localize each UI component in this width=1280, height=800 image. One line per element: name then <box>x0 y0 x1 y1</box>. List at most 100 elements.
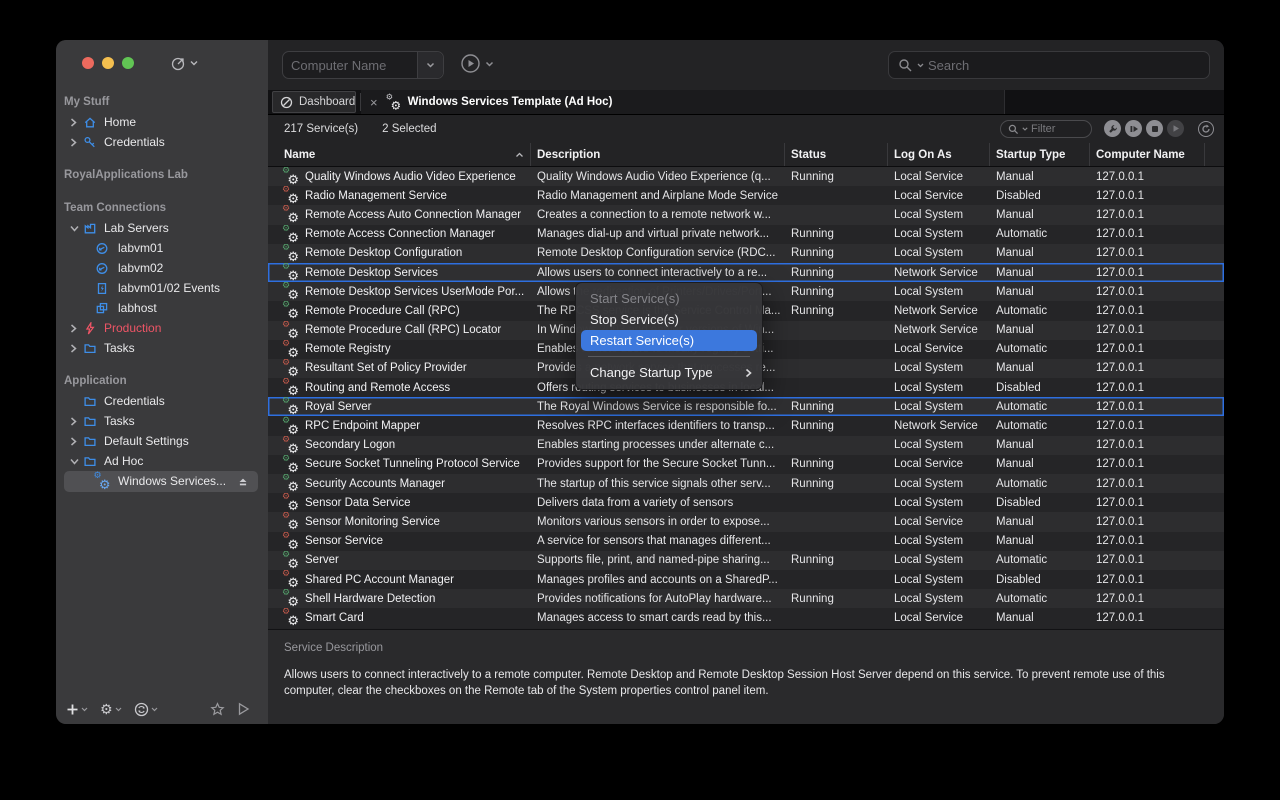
column-header-log-on-as[interactable]: Log On As <box>888 143 990 166</box>
table-row[interactable]: ⚙⚙ServerSupports file, print, and named-… <box>268 551 1224 570</box>
play-outline-button[interactable] <box>237 702 250 716</box>
filter-field[interactable] <box>1000 120 1092 138</box>
table-row[interactable]: ⚙⚙Remote Access Connection ManagerManage… <box>268 225 1224 244</box>
column-header-status[interactable]: Status <box>785 143 888 166</box>
eject-icon[interactable] <box>236 475 250 488</box>
restart-step-button[interactable] <box>1125 120 1142 137</box>
service-description-cell: Enables starting processes under alterna… <box>531 436 785 455</box>
menu-item-start-service-s[interactable]: Start Service(s) <box>576 288 762 309</box>
chevron-down-icon[interactable] <box>70 458 80 465</box>
computer-name-dropdown-button[interactable] <box>417 52 443 78</box>
service-computer-cell: 127.0.0.1 <box>1090 301 1205 320</box>
sidebar-item-label: Tasks <box>104 341 135 355</box>
sidebar-item-lab-servers[interactable]: Lab Servers <box>56 218 268 238</box>
run-template-button[interactable] <box>460 53 494 74</box>
tab-windows-services-template[interactable]: × ⚙⚙ Windows Services Template (Ad Hoc) <box>361 90 1005 114</box>
column-header-description[interactable]: Description <box>531 143 785 166</box>
service-status-cell <box>785 512 888 531</box>
sidebar-item-labvm01-02-events[interactable]: labvm01/02 Events <box>56 278 268 298</box>
service-description-cell: Manages dial-up and virtual private netw… <box>531 225 785 244</box>
close-window-button[interactable] <box>82 57 94 69</box>
start-button[interactable] <box>1167 120 1184 137</box>
plus-button[interactable] <box>66 703 88 716</box>
table-row[interactable]: ⚙⚙Sensor Monitoring ServiceMonitors vari… <box>268 512 1224 531</box>
service-startup-cell: Manual <box>990 205 1090 224</box>
sidebar-item-production[interactable]: Production <box>56 318 268 338</box>
service-status-cell <box>785 321 888 340</box>
computer-name-field[interactable] <box>282 51 444 79</box>
table-row[interactable]: ⚙⚙Shared PC Account ManagerManages profi… <box>268 570 1224 589</box>
chevron-right-icon[interactable] <box>70 324 80 333</box>
service-computer-cell: 127.0.0.1 <box>1090 225 1205 244</box>
menu-item-stop-service-s[interactable]: Stop Service(s) <box>576 309 762 330</box>
service-status-cell: Running <box>785 397 888 416</box>
table-row[interactable]: ⚙⚙Sensor Data ServiceDelivers data from … <box>268 493 1224 512</box>
service-description-cell: Provides support for the Secure Socket T… <box>531 455 785 474</box>
chevron-right-icon[interactable] <box>70 118 80 127</box>
table-row[interactable]: ⚙⚙Radio Management ServiceRadio Manageme… <box>268 186 1224 205</box>
service-computer-cell: 127.0.0.1 <box>1090 551 1205 570</box>
services-status-bar: 217 Service(s) 2 Selected <box>268 115 1224 143</box>
gears-icon: ⚙⚙ <box>282 495 298 510</box>
service-logon-cell: Local System <box>888 436 990 455</box>
table-row[interactable]: ⚙⚙Royal ServerThe Royal Windows Service … <box>268 397 1224 416</box>
table-row[interactable]: ⚙⚙Security Accounts ManagerThe startup o… <box>268 474 1224 493</box>
chevron-right-icon[interactable] <box>70 344 80 353</box>
context-menu: Start Service(s)Stop Service(s)Restart S… <box>575 282 763 390</box>
properties-wrench-button[interactable] <box>1104 120 1121 137</box>
service-computer-cell: 127.0.0.1 <box>1090 455 1205 474</box>
refresh-button[interactable] <box>1198 121 1214 137</box>
menu-item-restart-service-s[interactable]: Restart Service(s) <box>581 330 757 351</box>
close-tab-icon[interactable]: × <box>370 95 378 110</box>
table-row[interactable]: ⚙⚙Quality Windows Audio Video Experience… <box>268 167 1224 186</box>
target-connect-button[interactable] <box>170 55 198 72</box>
table-row[interactable]: ⚙⚙Remote Desktop ServicesAllows users to… <box>268 263 1224 282</box>
sidebar-item-windows-services[interactable]: ⚙⚙Windows Services... <box>56 471 268 491</box>
table-row[interactable]: ⚙⚙Sensor ServiceA service for sensors th… <box>268 532 1224 551</box>
star-button[interactable] <box>210 702 225 717</box>
minimize-window-button[interactable] <box>102 57 114 69</box>
chevron-down-icon <box>426 62 435 68</box>
chevron-right-icon[interactable] <box>70 437 80 446</box>
computer-name-input[interactable] <box>283 58 417 73</box>
filter-input[interactable] <box>1031 123 1084 135</box>
chevron-right-icon[interactable] <box>70 417 80 426</box>
sidebar-item-credentials[interactable]: Credentials <box>56 391 268 411</box>
sidebar-item-credentials[interactable]: Credentials <box>56 132 268 152</box>
chevron-right-icon[interactable] <box>70 138 80 147</box>
chevron-down-icon <box>1022 127 1028 131</box>
sidebar-item-labhost[interactable]: labhost <box>56 298 268 318</box>
search-input[interactable] <box>928 58 1200 73</box>
table-row[interactable]: ⚙⚙Remote Access Auto Connection ManagerC… <box>268 205 1224 224</box>
sidebar-item-tasks[interactable]: Tasks <box>56 411 268 431</box>
sync-button[interactable] <box>134 702 158 717</box>
service-startup-cell: Automatic <box>990 301 1090 320</box>
table-row[interactable]: ⚙⚙Secondary LogonEnables starting proces… <box>268 436 1224 455</box>
sidebar-item-labvm01[interactable]: labvm01 <box>56 238 268 258</box>
chevron-down-icon[interactable] <box>70 225 80 232</box>
menu-item-change-startup-type[interactable]: Change Startup Type <box>576 362 762 383</box>
column-header-startup-type[interactable]: Startup Type <box>990 143 1090 166</box>
stop-button[interactable] <box>1146 120 1163 137</box>
search-field[interactable] <box>888 51 1210 79</box>
column-header-name[interactable]: Name <box>268 143 531 166</box>
sidebar-item-labvm02[interactable]: labvm02 <box>56 258 268 278</box>
tab-dashboard[interactable]: Dashboard <box>272 91 356 113</box>
sidebar-item-default-settings[interactable]: Default Settings <box>56 431 268 451</box>
sidebar-item-ad-hoc[interactable]: Ad Hoc <box>56 451 268 471</box>
table-row[interactable]: ⚙⚙RPC Endpoint MapperResolves RPC interf… <box>268 416 1224 435</box>
table-row[interactable]: ⚙⚙Secure Socket Tunneling Protocol Servi… <box>268 455 1224 474</box>
table-row[interactable]: ⚙⚙Remote Desktop ConfigurationRemote Des… <box>268 244 1224 263</box>
sidebar-item-home[interactable]: Home <box>56 112 268 132</box>
table-row[interactable]: ⚙⚙Smart CardManages access to smart card… <box>268 608 1224 627</box>
zoom-window-button[interactable] <box>122 57 134 69</box>
column-header-computer-name[interactable]: Computer Name <box>1090 143 1205 166</box>
sidebar-item-tasks[interactable]: Tasks <box>56 338 268 358</box>
table-row[interactable]: ⚙⚙Shell Hardware DetectionProvides notif… <box>268 589 1224 608</box>
gear-button[interactable]: ⚙ <box>100 701 122 718</box>
filler-cell <box>1205 263 1224 282</box>
gears-icon: ⚙⚙ <box>94 474 109 489</box>
sidebar-item-label: labhost <box>118 301 157 315</box>
filler-cell <box>1205 532 1224 551</box>
tab-bar: Dashboard × ⚙⚙ Windows Services Template… <box>268 90 1224 115</box>
